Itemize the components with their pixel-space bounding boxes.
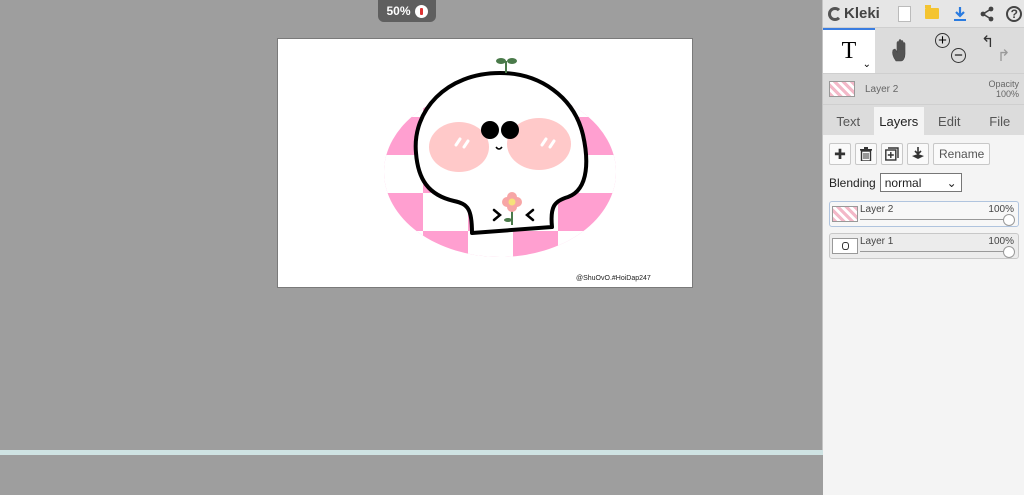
- trash-icon: [860, 147, 872, 161]
- redo-icon[interactable]: ↱: [997, 46, 1010, 66]
- tool-row: T ⌄ + − ↰ ↱: [823, 28, 1024, 74]
- left-cheek: [429, 122, 489, 172]
- layer-item-layer-2[interactable]: Layer 2 100%: [829, 201, 1019, 227]
- merge-down-icon: [911, 147, 925, 161]
- open-button[interactable]: [922, 3, 943, 25]
- layer-name: Layer 1: [860, 236, 893, 247]
- blending-value: normal: [885, 176, 922, 190]
- tab-text[interactable]: Text: [823, 107, 874, 135]
- layer-opacity-slider-handle[interactable]: [1003, 214, 1015, 226]
- current-layer-info: Layer 2 Opacity 100%: [823, 74, 1024, 105]
- tab-file[interactable]: File: [975, 107, 1024, 135]
- workspace[interactable]: 50%: [0, 0, 822, 450]
- new-image-button[interactable]: [894, 3, 915, 25]
- current-layer-name: Layer 2: [865, 84, 898, 95]
- undo-icon[interactable]: ↰: [981, 32, 994, 52]
- current-layer-thumbnail: [829, 81, 855, 97]
- share-icon: [979, 6, 995, 22]
- layers-tab-content: ✚ R: [823, 135, 1024, 495]
- layer-name: Layer 2: [860, 204, 893, 215]
- hand-tool-button[interactable]: [875, 28, 927, 73]
- tool-options-caret-icon[interactable]: ⌄: [863, 59, 871, 70]
- merge-down-button[interactable]: [907, 143, 929, 165]
- text-tool-button[interactable]: T ⌄: [823, 28, 875, 73]
- zoom-indicator[interactable]: 50%: [378, 0, 436, 22]
- new-icon: [898, 6, 911, 22]
- layer-opacity-track[interactable]: [860, 219, 1008, 220]
- chevron-down-icon: ⌄: [947, 176, 957, 190]
- layer-actions: ✚ R: [829, 143, 1019, 165]
- zoom-in-icon[interactable]: +: [935, 33, 950, 48]
- app-logo[interactable]: Kleki: [828, 5, 888, 22]
- blending-row: Blending normal ⌄: [829, 173, 1019, 192]
- plus-icon: ✚: [834, 146, 846, 163]
- text-tool-icon: T: [842, 38, 857, 65]
- duplicate-layer-button[interactable]: [881, 143, 903, 165]
- zoom-level: 50%: [386, 4, 410, 18]
- opacity-label: Opacity: [988, 79, 1019, 89]
- help-button[interactable]: ?: [1004, 3, 1024, 25]
- download-icon: [952, 6, 968, 22]
- share-button[interactable]: [976, 3, 997, 25]
- kleki-logo-icon: [828, 7, 842, 21]
- layer-thumbnail: [832, 206, 858, 222]
- open-icon: [925, 8, 939, 19]
- layer-opacity-slider-handle[interactable]: [1003, 246, 1015, 258]
- history-controls: ↰ ↱: [971, 28, 1015, 73]
- zoom-reset-icon[interactable]: [415, 5, 428, 18]
- right-eye: [501, 121, 519, 139]
- duplicate-icon: [885, 147, 899, 161]
- layer-opacity-track[interactable]: [860, 251, 1008, 252]
- opacity-value: 100%: [988, 89, 1019, 99]
- current-layer-opacity: Opacity 100%: [988, 79, 1019, 99]
- panel-tabs: Text Layers Edit File: [823, 107, 1024, 135]
- watermark-text: @ShuOvO.#HoiDap247: [576, 275, 651, 282]
- drawing-canvas[interactable]: @ShuOvO.#HoiDap247: [278, 39, 692, 287]
- help-icon: ?: [1006, 6, 1022, 22]
- zoom-out-icon[interactable]: −: [951, 48, 966, 63]
- side-panel: Kleki ? T ⌄: [822, 0, 1024, 450]
- app-name: Kleki: [844, 5, 880, 22]
- add-layer-button[interactable]: ✚: [829, 143, 851, 165]
- left-eye: [481, 121, 499, 139]
- layer-item-layer-1[interactable]: Layer 1 100%: [829, 233, 1019, 259]
- layer-thumbnail: [832, 238, 858, 254]
- canvas-artwork: [278, 39, 692, 287]
- tab-layers[interactable]: Layers: [874, 107, 925, 135]
- hand-icon: [890, 39, 912, 63]
- zoom-controls: + −: [927, 28, 971, 73]
- blending-label: Blending: [829, 176, 876, 190]
- top-toolbar: Kleki ?: [823, 0, 1024, 28]
- blending-select[interactable]: normal ⌄: [880, 173, 962, 192]
- download-button[interactable]: [949, 3, 970, 25]
- tab-edit[interactable]: Edit: [924, 107, 975, 135]
- delete-layer-button[interactable]: [855, 143, 877, 165]
- rename-layer-button[interactable]: Rename: [933, 143, 990, 165]
